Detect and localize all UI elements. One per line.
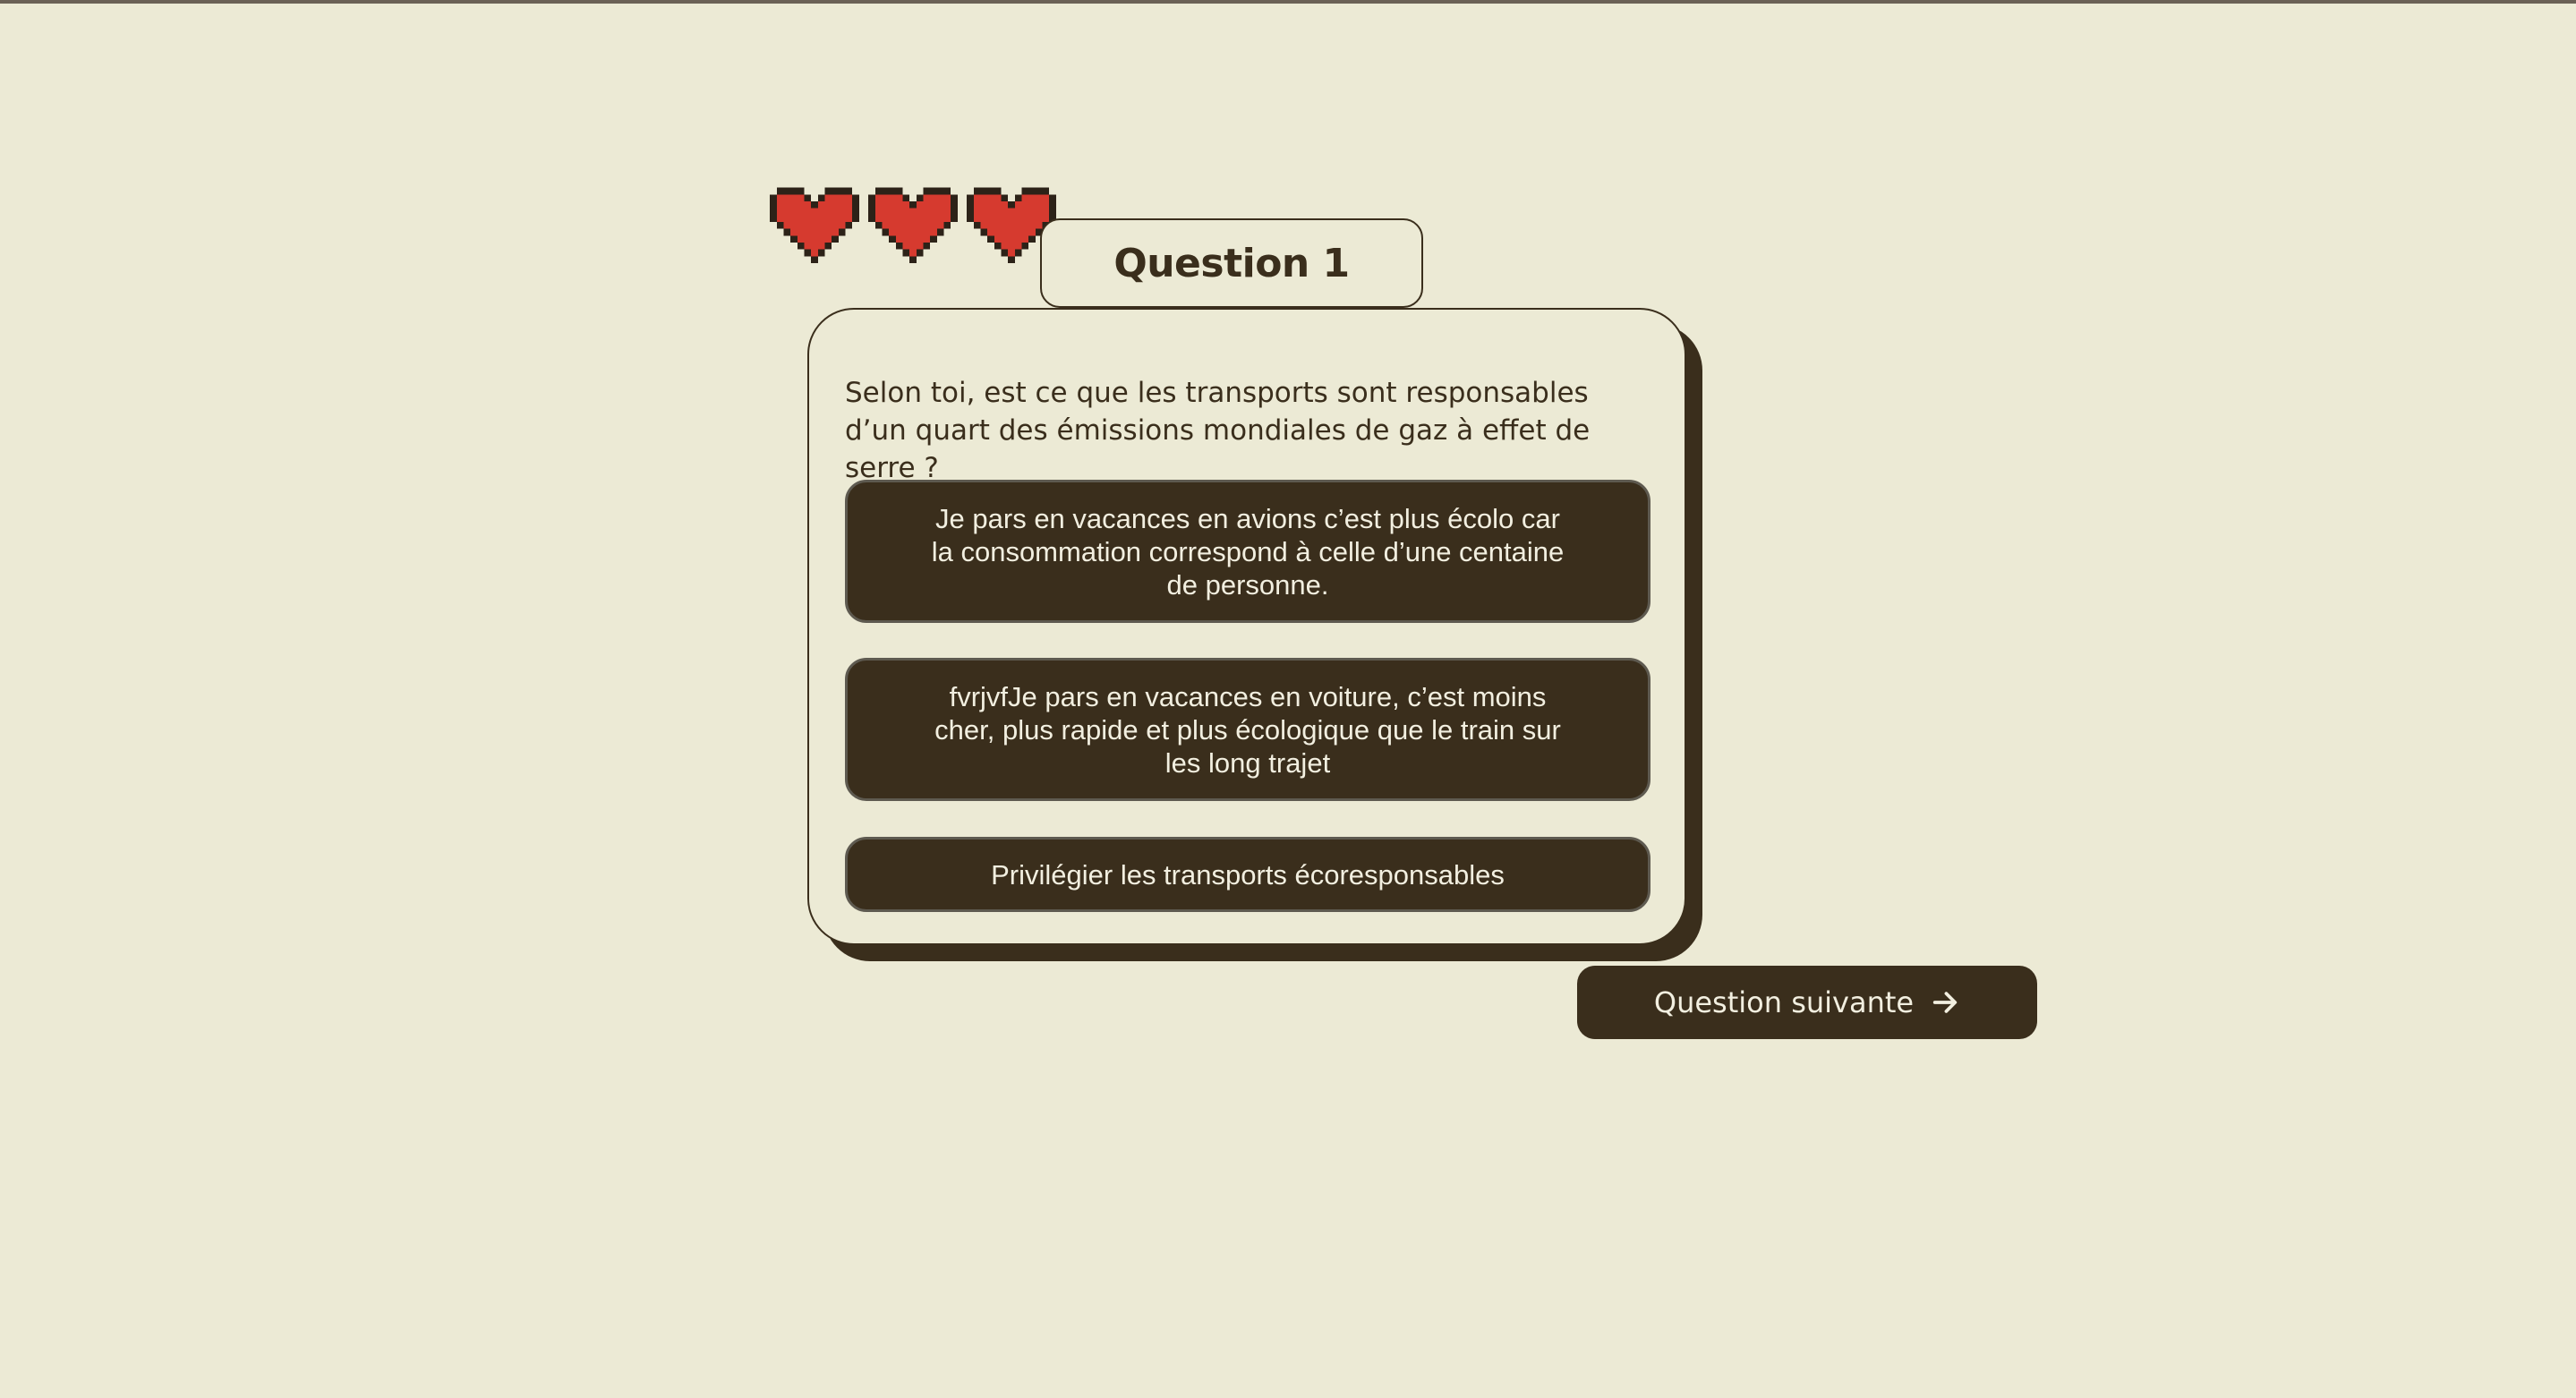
answer-option-label: fvrjvfJe pars en vacances en voiture, c’…	[934, 680, 1561, 779]
question-card: Selon toi, est ce que les transports son…	[807, 308, 1686, 945]
question-number-label: Question 1	[1113, 240, 1350, 286]
question-text: Selon toi, est ce que les transports son…	[845, 377, 1591, 484]
answer-option-1[interactable]: Je pars en vacances en avions c’est plus…	[845, 480, 1651, 623]
lives-indicator	[770, 181, 1056, 263]
answer-option-label: Privilégier les transports écoresponsabl…	[991, 858, 1505, 891]
heart-icon	[868, 187, 958, 263]
question-number-tab: Question 1	[1040, 218, 1423, 308]
next-question-button[interactable]: Question suivante	[1577, 966, 2037, 1039]
answer-option-3[interactable]: Privilégier les transports écoresponsabl…	[845, 837, 1651, 912]
next-question-label: Question suivante	[1653, 985, 1915, 1019]
arrow-right-icon	[1932, 992, 1958, 1013]
answer-option-2[interactable]: fvrjvfJe pars en vacances en voiture, c’…	[845, 658, 1651, 801]
top-border	[0, 0, 2576, 4]
heart-icon	[770, 187, 859, 263]
answer-option-label: Je pars en vacances en avions c’est plus…	[931, 502, 1565, 601]
